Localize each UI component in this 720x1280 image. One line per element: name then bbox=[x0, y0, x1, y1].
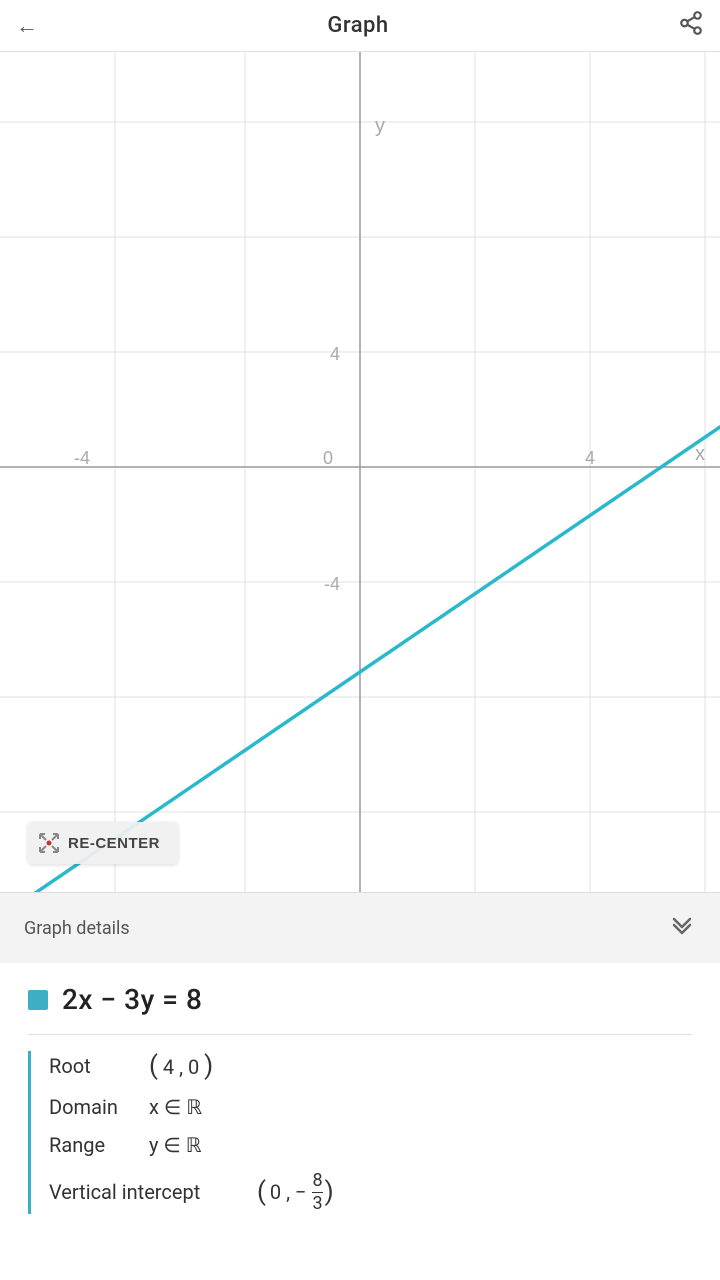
recenter-icon bbox=[38, 832, 60, 854]
range-label: Range bbox=[49, 1133, 139, 1157]
svg-text:0: 0 bbox=[323, 448, 333, 468]
chevron-down-icon bbox=[668, 911, 696, 945]
fraction: 8 3 bbox=[312, 1171, 322, 1214]
vertical-intercept-row: Vertical intercept ( 0 , − 8 3 ) bbox=[49, 1171, 692, 1214]
svg-text:y: y bbox=[375, 115, 385, 137]
coordinate-plane: y x -4 0 4 4 -4 bbox=[0, 52, 720, 892]
recenter-button[interactable]: RE-CENTER bbox=[28, 822, 178, 864]
graph-area[interactable]: y x -4 0 4 4 -4 bbox=[0, 52, 720, 892]
page-title: Graph bbox=[327, 13, 388, 38]
share-button[interactable] bbox=[678, 10, 704, 42]
root-row: Root ( 4 , 0 ) bbox=[49, 1051, 692, 1081]
graph-details-title: Graph details bbox=[24, 918, 130, 939]
svg-text:x: x bbox=[695, 443, 705, 465]
equation-row: 2x − 3y = 8 bbox=[28, 983, 692, 1016]
back-button[interactable]: ← bbox=[16, 13, 38, 39]
root-label: Root bbox=[49, 1054, 139, 1078]
app-header: ← Graph bbox=[0, 0, 720, 52]
svg-text:4: 4 bbox=[330, 344, 340, 364]
range-row: Range y ∈ ℝ bbox=[49, 1133, 692, 1157]
graph-details-header[interactable]: Graph details bbox=[0, 893, 720, 963]
divider bbox=[28, 1034, 692, 1035]
domain-label: Domain bbox=[49, 1095, 139, 1119]
details-section: Root ( 4 , 0 ) Domain x ∈ ℝ Range y ∈ ℝ bbox=[28, 1051, 692, 1214]
range-value: y ∈ ℝ bbox=[149, 1133, 202, 1157]
vertical-intercept-value: ( 0 , − 8 3 ) bbox=[257, 1171, 334, 1214]
graph-details-body: 2x − 3y = 8 Root ( 4 , 0 ) Domain x ∈ ℝ bbox=[0, 963, 720, 1238]
svg-text:-4: -4 bbox=[74, 448, 90, 468]
equation-text: 2x − 3y = 8 bbox=[62, 983, 202, 1016]
graph-details-panel: Graph details 2x − 3y = 8 Root ( 4 , 0 bbox=[0, 892, 720, 1238]
domain-value: x ∈ ℝ bbox=[149, 1095, 202, 1119]
svg-text:4: 4 bbox=[585, 448, 595, 468]
domain-row: Domain x ∈ ℝ bbox=[49, 1095, 692, 1119]
root-value: ( 4 , 0 ) bbox=[149, 1051, 213, 1081]
vertical-intercept-label: Vertical intercept bbox=[49, 1180, 249, 1204]
svg-text:-4: -4 bbox=[324, 574, 340, 594]
equation-color-indicator bbox=[28, 990, 48, 1010]
recenter-label: RE-CENTER bbox=[68, 835, 160, 852]
